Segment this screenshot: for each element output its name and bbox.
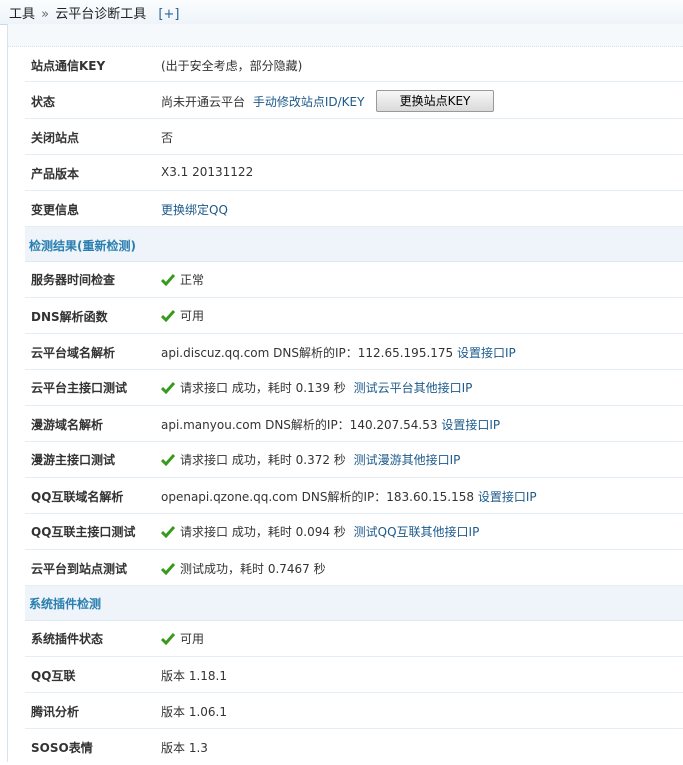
diagnostic-table: 站点通信KEY (出于安全考虑，部分隐藏) 状态 尚未开通云平台 手动修改站点I… xyxy=(25,46,683,765)
value-cloud-api: 请求接口 成功，耗时 0.139 秒 测试云平台其他接口IP xyxy=(161,379,472,396)
label-qq-dns: QQ互联域名解析 xyxy=(31,490,124,504)
row-version: 产品版本 X3.1 20131122 xyxy=(25,155,683,191)
row-change-info: 变更信息 更换绑定QQ xyxy=(25,191,683,227)
section-check-results: 检测结果(重新检测) xyxy=(25,227,683,262)
breadcrumb: 工具 » 云平台诊断工具 [+] xyxy=(9,3,179,22)
label-time-check: 服务器时间检查 xyxy=(31,273,116,287)
row-plugin-qq: QQ互联 版本 1.18.1 xyxy=(25,657,683,693)
row-plugin-soso: SOSO表情 版本 1.3 xyxy=(25,729,683,765)
label-plugin-qq: QQ互联 xyxy=(31,669,76,683)
row-manyou-api: 漫游主接口测试 请求接口 成功，耗时 0.372 秒 测试漫游其他接口IP xyxy=(25,442,683,478)
row-close-site: 关闭站点 否 xyxy=(25,119,683,155)
row-qq-api: QQ互联主接口测试 请求接口 成功，耗时 0.094 秒 测试QQ互联其他接口I… xyxy=(25,514,683,550)
row-status: 状态 尚未开通云平台 手动修改站点ID/KEY 更换站点KEY xyxy=(25,82,683,119)
value-close-site: 否 xyxy=(161,131,174,145)
label-qq-api: QQ互联主接口测试 xyxy=(31,525,136,539)
label-change-info: 变更信息 xyxy=(31,203,80,217)
qq-dns-text: openapi.qzone.qq.com DNS解析的IP：183.60.15.… xyxy=(161,490,475,504)
change-site-key-button[interactable]: 更换站点KEY xyxy=(376,90,494,112)
value-plugin-soso: 版本 1.3 xyxy=(161,741,208,755)
test-qq-other-ip-link[interactable]: 测试QQ互联其他接口IP xyxy=(354,525,480,539)
check-icon xyxy=(161,526,175,538)
row-cloud-dns: 云平台域名解析 api.discuz.qq.com DNS解析的IP：112.6… xyxy=(25,334,683,370)
value-plugin-tencent: 版本 1.06.1 xyxy=(161,705,227,719)
check-icon xyxy=(161,454,175,466)
breadcrumb-current: 云平台诊断工具 xyxy=(55,7,147,22)
section-title-check-results[interactable]: 检测结果(重新检测) xyxy=(29,237,136,254)
check-icon xyxy=(161,633,175,645)
breadcrumb-separator: » xyxy=(41,7,50,22)
value-dns-function: 可用 xyxy=(161,307,204,324)
value-version: X3.1 20131122 xyxy=(161,165,254,179)
edit-site-id-link[interactable]: 手动修改站点ID/KEY xyxy=(253,95,365,109)
row-site-key: 站点通信KEY (出于安全考虑，部分隐藏) xyxy=(25,46,683,82)
check-icon xyxy=(161,563,175,575)
value-qq-dns: openapi.qzone.qq.com DNS解析的IP：183.60.15.… xyxy=(161,488,537,505)
value-site-test: 测试成功，耗时 0.7467 秒 xyxy=(161,560,326,577)
label-close-site: 关闭站点 xyxy=(31,131,80,145)
label-plugin-tencent: 腾讯分析 xyxy=(31,705,80,719)
row-site-test: 云平台到站点测试 测试成功，耗时 0.7467 秒 xyxy=(25,550,683,586)
label-manyou-dns: 漫游域名解析 xyxy=(31,418,104,432)
value-qq-api: 请求接口 成功，耗时 0.094 秒 测试QQ互联其他接口IP xyxy=(161,523,479,540)
label-version: 产品版本 xyxy=(31,167,80,181)
cloud-dns-text: api.discuz.qq.com DNS解析的IP：112.65.195.17… xyxy=(161,346,454,360)
row-qq-dns: QQ互联域名解析 openapi.qzone.qq.com DNS解析的IP：1… xyxy=(25,478,683,514)
qq-api-text: 请求接口 成功，耗时 0.094 秒 xyxy=(180,525,346,539)
plugin-status-text: 可用 xyxy=(180,632,205,646)
value-site-key: (出于安全考虑，部分隐藏) xyxy=(161,59,303,73)
manyou-api-text: 请求接口 成功，耗时 0.372 秒 xyxy=(180,453,346,467)
value-time-check: 正常 xyxy=(161,271,204,288)
check-icon xyxy=(161,310,175,322)
breadcrumb-root[interactable]: 工具 xyxy=(9,7,35,22)
test-manyou-other-ip-link[interactable]: 测试漫游其他接口IP xyxy=(354,453,461,467)
label-site-key: 站点通信KEY xyxy=(31,59,106,73)
row-dns-function: DNS解析函数 可用 xyxy=(25,298,683,334)
label-site-test: 云平台到站点测试 xyxy=(31,562,128,576)
cloud-api-text: 请求接口 成功，耗时 0.139 秒 xyxy=(180,381,346,395)
row-plugin-tencent: 腾讯分析 版本 1.06.1 xyxy=(25,693,683,729)
label-plugin-soso: SOSO表情 xyxy=(31,741,93,755)
value-manyou-api: 请求接口 成功，耗时 0.372 秒 测试漫游其他接口IP xyxy=(161,451,460,468)
row-time-check: 服务器时间检查 正常 xyxy=(25,262,683,298)
label-dns-function: DNS解析函数 xyxy=(31,310,108,324)
label-status: 状态 xyxy=(31,95,56,109)
set-qq-ip-link[interactable]: 设置接口IP xyxy=(478,490,537,504)
top-strip xyxy=(8,24,683,47)
check-icon xyxy=(161,274,175,286)
check-icon xyxy=(161,382,175,394)
status-text: 尚未开通云平台 xyxy=(161,95,246,109)
value-cloud-dns: api.discuz.qq.com DNS解析的IP：112.65.195.17… xyxy=(161,344,516,361)
label-cloud-api: 云平台主接口测试 xyxy=(31,381,128,395)
value-status: 尚未开通云平台 手动修改站点ID/KEY xyxy=(161,93,364,110)
change-qq-link[interactable]: 更换绑定QQ xyxy=(161,201,228,218)
test-cloud-other-ip-link[interactable]: 测试云平台其他接口IP xyxy=(354,381,473,395)
label-plugin-status: 系统插件状态 xyxy=(31,632,104,646)
value-plugin-qq: 版本 1.18.1 xyxy=(161,669,227,683)
manyou-dns-text: api.manyou.com DNS解析的IP：140.207.54.53 xyxy=(161,418,438,432)
set-cloud-ip-link[interactable]: 设置接口IP xyxy=(457,346,516,360)
value-manyou-dns: api.manyou.com DNS解析的IP：140.207.54.53 设置… xyxy=(161,416,500,433)
row-manyou-dns: 漫游域名解析 api.manyou.com DNS解析的IP：140.207.5… xyxy=(25,406,683,442)
set-manyou-ip-link[interactable]: 设置接口IP xyxy=(441,418,500,432)
label-manyou-api: 漫游主接口测试 xyxy=(31,453,116,467)
section-title-plugin-check: 系统插件检测 xyxy=(29,597,102,611)
time-status: 正常 xyxy=(180,273,205,287)
site-test-text: 测试成功，耗时 0.7467 秒 xyxy=(180,562,326,576)
expand-toggle[interactable]: [+] xyxy=(158,7,179,22)
top-bar: 工具 » 云平台诊断工具 [+] xyxy=(0,0,683,25)
section-plugin-check: 系统插件检测 xyxy=(25,586,683,621)
row-plugin-status: 系统插件状态 可用 xyxy=(25,621,683,657)
dns-status: 可用 xyxy=(180,309,205,323)
label-cloud-dns: 云平台域名解析 xyxy=(31,346,116,360)
row-cloud-api: 云平台主接口测试 请求接口 成功，耗时 0.139 秒 测试云平台其他接口IP xyxy=(25,370,683,406)
value-plugin-status: 可用 xyxy=(161,630,204,647)
